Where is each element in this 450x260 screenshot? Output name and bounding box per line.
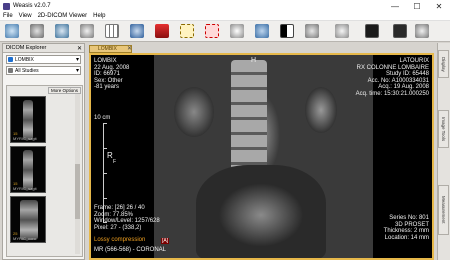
import-icon[interactable] [5, 24, 19, 38]
series-description: MR (566-568) - CORONAL [94, 247, 167, 253]
menu-help[interactable]: Help [93, 13, 105, 19]
export-icon[interactable] [30, 24, 44, 38]
rotate-icon[interactable] [155, 24, 169, 38]
image-info: Frame: [26] 26 / 40 Zoom: 77.85% Window/… [94, 205, 160, 231]
explorer-title: DICOM Explorer [6, 45, 47, 51]
viewer-tab[interactable]: LOMBIX [89, 45, 132, 53]
series-thumbnails: More Options 15 MYRIC_sagit 15 MYRIC_sag… [6, 85, 83, 257]
crop-icon[interactable] [205, 24, 219, 38]
maximize-button[interactable]: ☐ [406, 0, 428, 12]
tab-image-tools[interactable]: Image Tools [438, 110, 449, 148]
more-options-button[interactable]: More Options [47, 87, 81, 94]
toolbar [0, 21, 450, 42]
menu-dicom-viewer[interactable]: 2D-DICOM Viewer [38, 13, 88, 19]
lossy-warning: Lossy compression [94, 237, 146, 243]
invert-icon[interactable] [335, 24, 349, 38]
selection-icon[interactable] [180, 24, 194, 38]
menu-file[interactable]: File [3, 13, 13, 19]
patient-info: LOMBIX 22 Aug. 2008 ID: 66971 Sex: Other… [94, 58, 130, 90]
title-bar: Weasis v2.0.7 — ☐ ✕ [0, 0, 450, 12]
patient-icon [8, 57, 13, 62]
window-level-icon[interactable] [280, 24, 294, 38]
flip-icon[interactable] [393, 24, 407, 38]
study-info: LATOURIX RX COLONNE LOMBAIRE Study ID: 6… [355, 58, 429, 97]
zoom-icon[interactable] [230, 24, 244, 38]
chevron-down-icon: ▾ [75, 57, 79, 63]
patient-value: LOMBIX [15, 56, 34, 63]
dicom-explorer-panel: DICOM Explorer ✕ LOMBIX ▾ All Studies ▾ … [2, 43, 85, 260]
chevron-down-icon: ▾ [75, 68, 79, 74]
studies-value: All Studies [15, 67, 39, 74]
reset-icon[interactable] [415, 24, 429, 38]
app-icon [3, 2, 10, 10]
inverse-lut-icon[interactable] [365, 24, 379, 38]
sync-icon[interactable] [130, 24, 144, 38]
print-icon[interactable] [55, 24, 69, 38]
image-viewer[interactable]: LOMBIX 22 Aug. 2008 ID: 66971 Sex: Other… [89, 53, 434, 260]
studies-select[interactable]: All Studies ▾ [6, 66, 81, 75]
ruler-label: 10 cm [94, 115, 111, 121]
studies-icon [8, 68, 13, 73]
scrollbar[interactable] [75, 94, 80, 254]
orientation-top: H [251, 57, 257, 64]
close-icon[interactable]: ✕ [77, 45, 82, 52]
tab-measurement[interactable]: Measurement [438, 185, 449, 235]
orientation-sub: F [113, 159, 117, 165]
menu-bar: File View 2D-DICOM Viewer Help [0, 12, 450, 21]
series-thumbnail[interactable]: 15 MYRIC_sagit [10, 96, 46, 143]
menu-view[interactable]: View [19, 13, 32, 19]
tab-display[interactable]: Display [438, 50, 449, 78]
series-info: Series No: 801 3D PROSET Thickness: 2 mm… [383, 215, 429, 241]
patient-select[interactable]: LOMBIX ▾ [6, 55, 81, 64]
filter-icon[interactable] [305, 24, 319, 38]
cine-icon[interactable] [255, 24, 269, 38]
viewer-tab-label: LOMBIX [98, 46, 117, 52]
annotation-tag[interactable]: [A] [161, 238, 170, 244]
minimize-button[interactable]: — [384, 0, 406, 12]
close-button[interactable]: ✕ [428, 0, 450, 12]
save-icon[interactable] [80, 24, 94, 38]
series-thumbnail[interactable]: 15 MYRIC_sagit [10, 146, 46, 193]
series-thumbnail[interactable]: 25 MYRIC_coro [10, 196, 46, 243]
window-title: Weasis v2.0.7 [13, 3, 51, 9]
orientation-left: R [107, 151, 113, 160]
layout-grid-icon[interactable] [105, 24, 119, 38]
close-icon[interactable]: ✕ [127, 45, 132, 52]
